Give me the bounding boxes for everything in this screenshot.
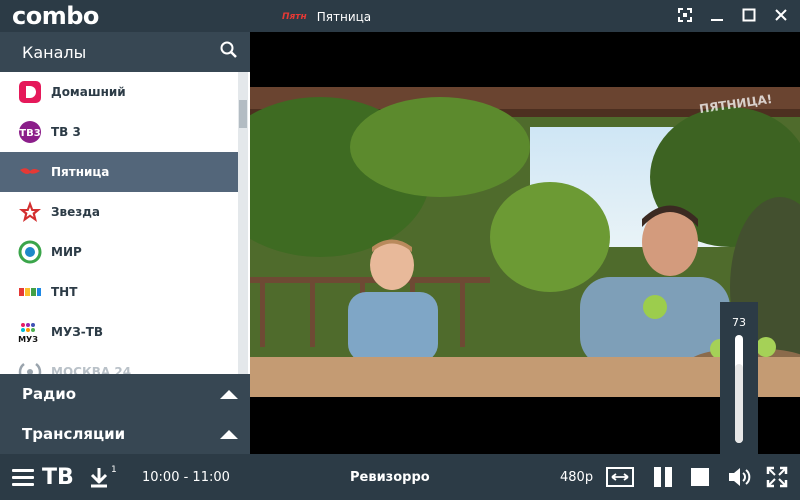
radio-section-label: Радио bbox=[22, 385, 77, 403]
bottom-bar: ТВ 1 10:00 - 11:00 Ревизорро 480p bbox=[0, 454, 800, 500]
channel-label: Пятница bbox=[51, 165, 110, 179]
download-icon bbox=[90, 468, 108, 488]
now-playing-channel: Пятн Пятница bbox=[282, 8, 371, 26]
program-title-label: Ревизорро bbox=[350, 469, 430, 485]
video-player[interactable]: ПЯТНИЦА! bbox=[250, 32, 800, 454]
fullscreen-icon bbox=[766, 466, 788, 488]
channel-item-moskva24[interactable]: МОСКВА 24 bbox=[0, 352, 238, 374]
download-badge: 1 bbox=[111, 465, 117, 475]
downloads-button[interactable]: 1 bbox=[88, 454, 117, 500]
app-logo: combo bbox=[12, 2, 99, 30]
tv3-logo-icon: ТВ3 bbox=[18, 120, 42, 144]
program-time: 10:00 - 11:00 bbox=[142, 454, 230, 500]
pyatnitsa-logo-icon bbox=[18, 160, 42, 184]
stop-icon bbox=[691, 468, 709, 486]
volume-value: 73 bbox=[732, 316, 746, 329]
current-channel-name: Пятница bbox=[316, 10, 372, 24]
menu-icon bbox=[12, 468, 34, 486]
tv-mode-label: ТВ bbox=[42, 464, 74, 490]
channel-list-scrollbar[interactable] bbox=[238, 72, 248, 374]
fullscreen-button[interactable] bbox=[766, 454, 788, 500]
quality-label: 480p bbox=[560, 469, 594, 485]
radio-section[interactable]: Радио bbox=[0, 374, 250, 414]
expand-up-icon[interactable] bbox=[220, 429, 238, 439]
mir-logo-icon bbox=[18, 240, 42, 264]
channels-title: Каналы bbox=[22, 42, 87, 62]
channel-label: МОСКВА 24 bbox=[51, 365, 132, 374]
pause-button[interactable] bbox=[652, 454, 674, 500]
expand-up-icon[interactable] bbox=[220, 389, 238, 399]
search-icon[interactable] bbox=[220, 41, 238, 63]
channel-label: Домашний bbox=[51, 85, 126, 99]
stop-button[interactable] bbox=[690, 454, 710, 500]
sidebar: Каналы Домашний ТВ3 ТВ 3 Пятница Звезда … bbox=[0, 32, 250, 454]
channel-item-mir[interactable]: МИР bbox=[0, 232, 238, 272]
close-icon[interactable] bbox=[770, 4, 792, 26]
volume-popup: 73 bbox=[720, 302, 758, 454]
current-channel-logo: Пятн bbox=[282, 12, 307, 22]
channel-label: ТВ 3 bbox=[51, 125, 81, 139]
moskva24-logo-icon bbox=[18, 360, 42, 374]
channel-list: Домашний ТВ3 ТВ 3 Пятница Звезда МИР ТНТ… bbox=[0, 72, 250, 374]
zvezda-logo-icon bbox=[18, 200, 42, 224]
channel-label: МИР bbox=[51, 245, 82, 259]
volume-slider[interactable] bbox=[735, 335, 743, 443]
aspect-ratio-button[interactable] bbox=[606, 454, 634, 500]
tnt-logo-icon bbox=[18, 280, 42, 304]
program-title: Ревизорро bbox=[350, 454, 430, 500]
aspect-ratio-icon bbox=[606, 467, 634, 487]
svg-text:МУЗ: МУЗ bbox=[18, 335, 38, 344]
speaker-icon bbox=[729, 468, 751, 486]
mini-mode-icon[interactable] bbox=[674, 4, 696, 26]
channel-label: ТНТ bbox=[51, 285, 78, 299]
pause-icon bbox=[654, 467, 672, 487]
channel-item-zvezda[interactable]: Звезда bbox=[0, 192, 238, 232]
scroll-thumb[interactable] bbox=[239, 100, 247, 128]
volume-button[interactable] bbox=[727, 454, 753, 500]
channel-item-domashniy[interactable]: Домашний bbox=[0, 72, 238, 112]
channels-header: Каналы bbox=[0, 32, 250, 72]
channel-item-tnt[interactable]: ТНТ bbox=[0, 272, 238, 312]
quality-selector[interactable]: 480p bbox=[560, 454, 593, 500]
channel-item-muztv[interactable]: МУЗ МУЗ-ТВ bbox=[0, 312, 238, 352]
program-time-label: 10:00 - 11:00 bbox=[142, 469, 230, 485]
broadcasts-section-label: Трансляции bbox=[22, 425, 126, 443]
channel-item-pyatnitsa[interactable]: Пятница bbox=[0, 152, 240, 192]
svg-text:ТВ3: ТВ3 bbox=[19, 128, 40, 139]
broadcasts-section[interactable]: Трансляции bbox=[0, 414, 250, 454]
menu-button[interactable] bbox=[12, 454, 34, 500]
video-frame: ПЯТНИЦА! bbox=[250, 87, 800, 397]
domashniy-logo-icon bbox=[18, 80, 42, 104]
channel-item-tv3[interactable]: ТВ3 ТВ 3 bbox=[0, 112, 238, 152]
channel-label: МУЗ-ТВ bbox=[51, 325, 104, 339]
volume-slider-fill bbox=[735, 364, 743, 443]
title-bar: combo Пятн Пятница bbox=[0, 0, 800, 32]
tv-mode-button[interactable]: ТВ bbox=[42, 454, 74, 500]
muztv-logo-icon: МУЗ bbox=[18, 320, 42, 344]
minimize-icon[interactable] bbox=[706, 4, 728, 26]
maximize-icon[interactable] bbox=[738, 4, 760, 26]
channel-label: Звезда bbox=[51, 205, 101, 219]
